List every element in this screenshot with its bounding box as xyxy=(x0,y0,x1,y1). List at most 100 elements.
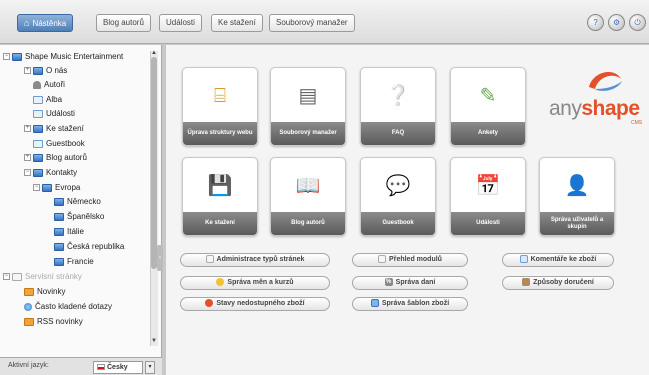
tab-souborovy-manazer[interactable]: Souborový manažer xyxy=(269,14,355,32)
tree-item-spanelsko[interactable]: Španělsko xyxy=(54,210,104,224)
link-stavy-nedostupneho-zbozi[interactable]: Stavy nedostupného zboží xyxy=(180,297,330,311)
link-zpusoby-doruceni[interactable]: Způsoby doručení xyxy=(502,276,614,290)
tree-item-italie[interactable]: Itálie xyxy=(54,225,84,239)
link-sprava-men-a-kurzu[interactable]: Správa měn a kurzů xyxy=(180,276,330,290)
logo-cms: CMS xyxy=(631,120,643,126)
tree-item-o-nas[interactable]: + O nás xyxy=(24,64,67,78)
folder-icon xyxy=(33,153,43,162)
sidebar-collapse-handle[interactable]: ‹ xyxy=(157,245,163,271)
link-komentare-ke-zbozi[interactable]: Komentáře ke zboží xyxy=(502,253,614,267)
faq-icon: ❔ xyxy=(385,85,411,107)
tile-ke-stazeni[interactable]: 💾 Ke stažení xyxy=(182,157,258,236)
page-icon xyxy=(378,255,387,264)
tree-item-guestbook[interactable]: Guestbook xyxy=(33,137,85,151)
top-toolbar: ⌂ Nástěnka Blog autorů Události Ke stažen… xyxy=(0,0,649,44)
percent-icon: % xyxy=(384,278,393,287)
logo-shape: shape xyxy=(581,97,640,120)
link-administrace-typu-stranek[interactable]: Administrace typů stránek xyxy=(180,253,330,267)
tree-item-francie[interactable]: Francie xyxy=(54,255,94,269)
page-icon xyxy=(205,255,214,264)
folder-icon xyxy=(33,168,43,177)
folder-icon xyxy=(54,197,64,206)
expand-icon[interactable]: + xyxy=(24,125,31,133)
dashboard: ⌸ Úprava struktury webu ▤ Souborový mana… xyxy=(166,45,649,375)
document-icon xyxy=(33,95,43,104)
link-prehled-modulu[interactable]: Přehled modulů xyxy=(352,253,468,267)
tree-item-blog-autoru[interactable]: + Blog autorů xyxy=(24,151,87,165)
tree-item-rss-novinky[interactable]: RSS novinky xyxy=(24,315,83,329)
calendar-icon: 📅 xyxy=(475,175,501,197)
tab-blog-autoru[interactable]: Blog autorů xyxy=(96,14,151,32)
link-sprava-sablon-zbozi[interactable]: Správa šablon zboží xyxy=(352,297,468,311)
folder-icon xyxy=(54,212,64,221)
tree-item-udalosti[interactable]: Události xyxy=(33,107,75,121)
speech-bubbles-icon: 💬 xyxy=(385,175,411,197)
tab-udalosti[interactable]: Události xyxy=(159,14,202,32)
tile-guestbook[interactable]: 💬 Guestbook xyxy=(360,157,436,236)
structure-icon: ⌸ xyxy=(214,85,226,107)
expand-icon[interactable]: + xyxy=(24,67,31,75)
coins-icon xyxy=(216,278,225,287)
tree-item-ke-stazeni[interactable]: + Ke stažení xyxy=(24,122,84,136)
gear-icon[interactable]: ⚙ xyxy=(608,14,625,31)
help-icon[interactable]: ? xyxy=(587,14,604,31)
tile-faq[interactable]: ❔ FAQ xyxy=(360,67,436,146)
tab-label: Nástěnka xyxy=(32,19,67,28)
collapse-icon[interactable]: − xyxy=(3,53,10,61)
rss-icon xyxy=(24,317,34,326)
tree-item-servisni-stranky[interactable]: − Servisní stránky xyxy=(3,270,82,284)
tree-item-kontakty[interactable]: − Kontakty xyxy=(24,166,77,180)
tree-item-faq[interactable]: Často kladené dotazy xyxy=(24,300,112,314)
tree-item-root[interactable]: − Shape Music Entertainment xyxy=(3,50,123,64)
tile-blog-autoru[interactable]: 📖 Blog autorů xyxy=(270,157,346,236)
logo-any: any xyxy=(549,97,582,120)
power-icon[interactable]: ⏻ xyxy=(629,14,646,31)
file-manager-icon: ▤ xyxy=(298,85,318,107)
user-icon xyxy=(33,80,41,89)
tile-uprava-struktury[interactable]: ⌸ Úprava struktury webu xyxy=(182,67,258,146)
template-icon xyxy=(370,299,379,308)
folder-icon xyxy=(33,124,43,133)
document-icon xyxy=(33,139,43,148)
pencil-icon xyxy=(24,287,34,296)
globe-icon xyxy=(24,302,32,311)
book-icon: 📖 xyxy=(295,175,321,197)
folder-icon xyxy=(42,183,52,192)
scroll-down-icon[interactable]: ▼ xyxy=(151,338,157,344)
folder-icon xyxy=(33,66,43,75)
document-icon xyxy=(33,109,43,118)
users-icon: 👤 xyxy=(564,175,590,197)
collapse-icon[interactable]: − xyxy=(24,169,31,177)
chevron-down-icon[interactable]: ▾ xyxy=(145,361,155,374)
truck-icon xyxy=(522,278,531,287)
tile-ankety[interactable]: ✎ Ankety xyxy=(450,67,526,146)
tree-item-ceska-republika[interactable]: Česká republika xyxy=(54,240,124,254)
tile-souborovy-manazer[interactable]: ▤ Souborový manažer xyxy=(270,67,346,146)
tree-item-autori[interactable]: Autoři xyxy=(33,78,65,92)
logo-swoosh-icon xyxy=(589,72,622,91)
folder-icon xyxy=(54,242,64,251)
collapse-icon[interactable]: − xyxy=(3,273,10,281)
tile-udalosti[interactable]: 📅 Události xyxy=(450,157,526,236)
home-icon: ⌂ xyxy=(24,18,30,28)
tree-item-novinky[interactable]: Novinky xyxy=(24,285,65,299)
poll-icon: ✎ xyxy=(479,85,497,107)
collapse-icon[interactable]: − xyxy=(33,184,40,192)
tile-sprava-uzivatelu[interactable]: 👤 Správa uživatelů a skupin xyxy=(539,157,615,236)
tree-item-nemecko[interactable]: Německo xyxy=(54,195,101,209)
folder-icon xyxy=(54,257,64,266)
czech-flag-icon xyxy=(97,364,105,371)
tree-item-evropa[interactable]: − Evropa xyxy=(33,181,80,195)
language-select[interactable]: Česky xyxy=(93,361,143,374)
language-bar: Aktivní jazyk: Česky ▾ xyxy=(0,357,162,375)
scroll-up-icon[interactable]: ▲ xyxy=(151,50,157,56)
folder-icon xyxy=(12,52,22,61)
expand-icon[interactable]: + xyxy=(24,154,31,162)
tab-nastenka[interactable]: ⌂ Nástěnka xyxy=(17,14,74,32)
page-icon xyxy=(12,272,22,281)
tab-ke-stazeni[interactable]: Ke stažení xyxy=(211,14,263,32)
sidebar-scrollbar-thumb[interactable] xyxy=(151,57,157,269)
link-sprava-dani[interactable]: % Správa daní xyxy=(352,276,468,290)
folder-icon xyxy=(54,227,64,236)
tree-item-alba[interactable]: Alba xyxy=(33,93,62,107)
